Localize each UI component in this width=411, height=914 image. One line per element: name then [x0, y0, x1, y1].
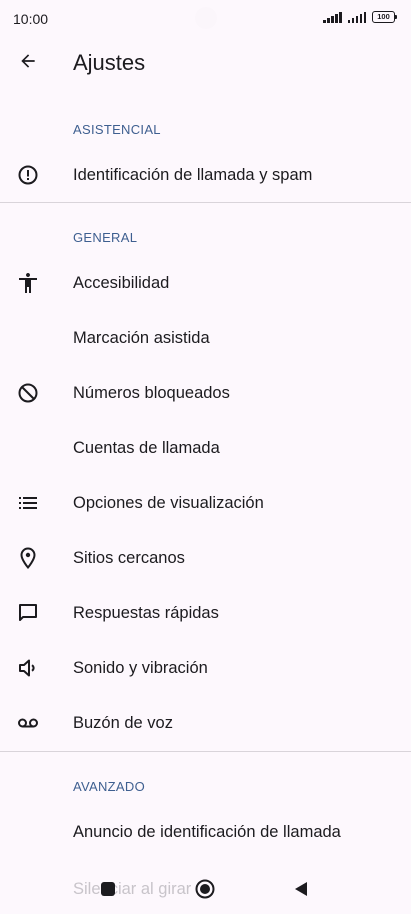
list-icon [19, 497, 37, 509]
voicemail-icon [18, 718, 38, 728]
volume-icon [19, 659, 35, 677]
settings-item-label: Sonido y vibración [73, 659, 208, 677]
settings-item-assisted-dialing[interactable]: Marcación asistida [0, 311, 411, 365]
settings-item-display-options[interactable]: Opciones de visualización [0, 476, 411, 530]
settings-item-label: Accesibilidad [73, 274, 170, 292]
settings-item-label: Opciones de visualización [73, 494, 264, 512]
location-pin-icon [20, 547, 36, 570]
divider [0, 751, 411, 752]
settings-item-accessibility[interactable]: Accesibilidad [0, 256, 411, 310]
alert-circle-icon [18, 165, 38, 185]
settings-item-nearby-places[interactable]: Sitios cercanos [0, 531, 411, 585]
settings-item-flip-to-silence[interactable]: Silenciar al girar [73, 864, 191, 914]
settings-item-blocked-numbers[interactable]: Números bloqueados [0, 366, 411, 420]
block-icon [18, 383, 38, 403]
status-bar: 10:00 100 [0, 0, 411, 38]
top-app-bar: Ajustes [0, 38, 411, 88]
section-header-general: GENERAL [73, 230, 138, 245]
arrow-back-icon [21, 54, 35, 68]
settings-item-caller-id[interactable]: Identificación de llamada y spam [0, 148, 411, 202]
home-button[interactable] [195, 879, 215, 899]
status-icons: 100 [323, 11, 397, 23]
chat-bubble-icon [19, 604, 37, 621]
section-header-asistencial: ASISTENCIAL [73, 122, 161, 137]
recents-button[interactable] [101, 882, 115, 896]
settings-item-quick-responses[interactable]: Respuestas rápidas [0, 586, 411, 640]
settings-item-label: Números bloqueados [73, 384, 230, 402]
settings-item-caller-id-announcement[interactable]: Anuncio de identificación de llamada [0, 805, 411, 859]
page-title: Ajustes [73, 50, 146, 75]
settings-item-sound-vibration[interactable]: Sonido y vibración [0, 641, 411, 695]
settings-item-calling-accounts[interactable]: Cuentas de llamada [0, 421, 411, 475]
settings-item-label: Marcación asistida [73, 329, 210, 347]
signal-icon [347, 11, 366, 23]
settings-item-label: Sitios cercanos [73, 549, 185, 567]
settings-item-label: Cuentas de llamada [73, 439, 220, 457]
signal-icon [323, 11, 342, 23]
back-button[interactable] [14, 47, 42, 75]
nav-back-button[interactable] [293, 881, 309, 897]
settings-item-label: Anuncio de identificación de llamada [73, 823, 341, 841]
settings-item-label: Respuestas rápidas [73, 604, 219, 622]
settings-item-label: Buzón de voz [73, 714, 173, 732]
battery-icon: 100 [372, 11, 397, 23]
settings-item-label: Identificación de llamada y spam [73, 166, 313, 184]
section-header-avanzado: AVANZADO [73, 779, 145, 794]
navigation-bar: Silenciar al girar [0, 864, 411, 914]
camera-cutout [195, 7, 217, 29]
status-time: 10:00 [13, 11, 49, 27]
divider [0, 202, 411, 203]
settings-item-voicemail[interactable]: Buzón de voz [0, 696, 411, 750]
accessibility-icon [19, 273, 37, 293]
